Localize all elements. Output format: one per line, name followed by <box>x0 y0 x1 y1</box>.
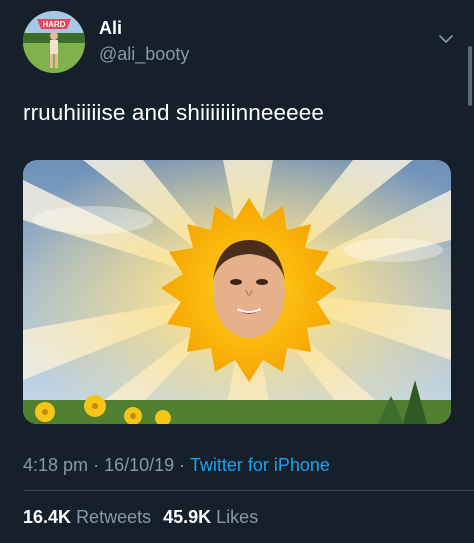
tweet-image[interactable] <box>23 160 451 424</box>
meta-separator: · <box>179 455 186 475</box>
retweets-stat[interactable]: 16.4K Retweets <box>23 507 151 527</box>
avatar[interactable]: HARD <box>23 11 85 73</box>
tweet-date[interactable]: 16/10/19 <box>104 455 174 475</box>
tweet-meta: 4:18 pm · 16/10/19 · Twitter for iPhone <box>23 455 330 476</box>
sun-baby-image <box>23 160 451 424</box>
likes-count: 45.9K <box>163 507 212 527</box>
divider <box>23 490 474 491</box>
avatar-image: HARD <box>23 11 85 73</box>
retweets-count: 16.4K <box>23 507 72 527</box>
user-name[interactable]: Ali <box>99 17 189 39</box>
retweets-label: Retweets <box>76 507 152 527</box>
scrollbar[interactable] <box>468 46 472 106</box>
meta-separator: · <box>93 455 100 475</box>
user-handle[interactable]: @ali_booty <box>99 43 189 65</box>
tweet-text: rruuhiiiiise and shiiiiiiinneeeee <box>23 100 324 125</box>
tweet-header: HARD Ali @ali_booty <box>23 11 460 73</box>
tweet-stats: 16.4K Retweets 45.9K Likes <box>23 507 258 528</box>
user-names: Ali @ali_booty <box>99 17 189 65</box>
likes-label: Likes <box>216 507 259 527</box>
chevron-down-icon[interactable] <box>436 29 456 49</box>
avatar-badge-text: HARD <box>42 20 65 29</box>
tweet-time[interactable]: 4:18 pm <box>23 455 88 475</box>
tweet-source-link[interactable]: Twitter for iPhone <box>190 455 330 475</box>
likes-stat[interactable]: 45.9K Likes <box>163 507 258 527</box>
